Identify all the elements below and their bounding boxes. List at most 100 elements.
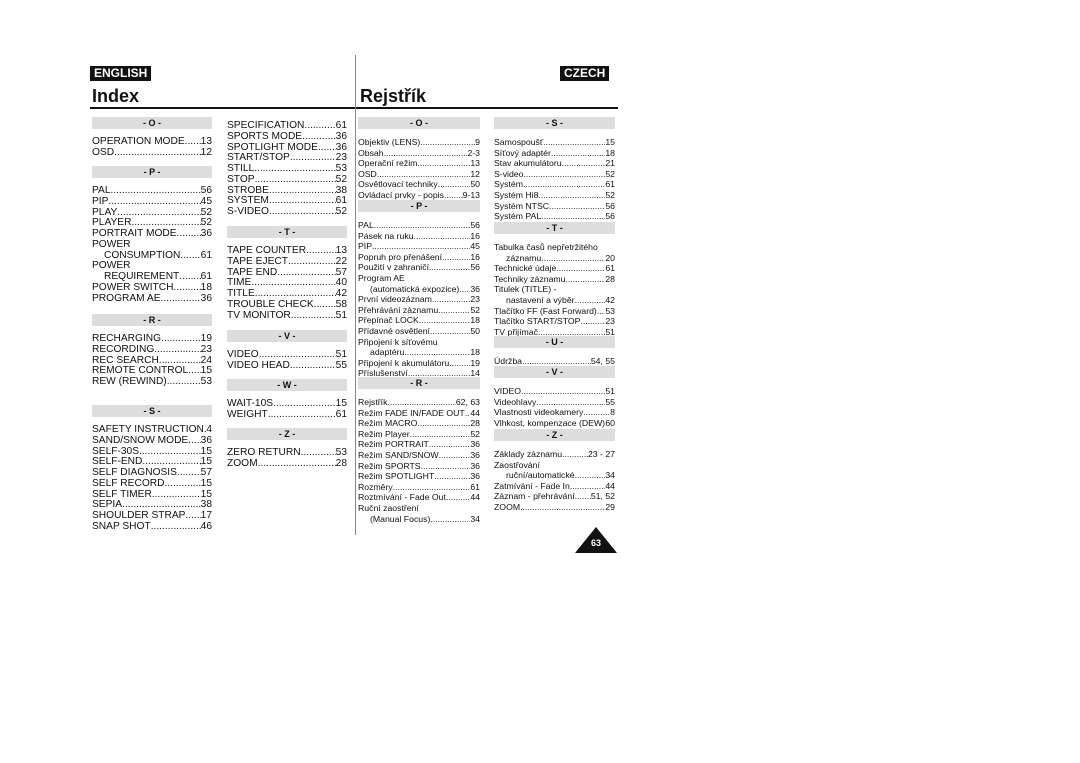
- entry-label: nastavení a výběr: [506, 294, 575, 305]
- entry-page: 16: [470, 230, 480, 241]
- dot-leader: [188, 366, 200, 377]
- dot-leader: [258, 459, 336, 470]
- index-entry: Systém NTSC 56: [494, 201, 615, 212]
- index-entry: TROUBLE CHECK 58: [227, 298, 347, 311]
- entry-label: Režim SPORTS: [358, 460, 421, 471]
- dot-leader: [273, 399, 336, 410]
- index-entry: Systém PAL 56: [494, 211, 615, 222]
- entry-page: 55: [605, 396, 615, 407]
- dot-leader: [277, 268, 335, 279]
- section-letter-header: - T -: [494, 222, 615, 234]
- entry-label: ruční/automatické: [506, 470, 575, 481]
- dot-leader: [393, 482, 471, 493]
- entry-label: Ovládací prvky - popis: [358, 189, 444, 200]
- entry-page: 28: [605, 273, 615, 284]
- entry-label: adaptéru: [370, 347, 405, 358]
- section-letter-header: - V -: [227, 330, 347, 342]
- dot-leader: [254, 164, 335, 175]
- index-entry: (Manual Focus) 34: [358, 514, 480, 525]
- index-entry: Zatmívání - Fade In 44: [494, 481, 615, 492]
- entry-page: 44: [470, 492, 480, 503]
- dot-leader: [372, 241, 470, 252]
- dot-leader: [583, 407, 610, 418]
- index-entry: Rejstřík 62, 63: [358, 397, 480, 408]
- entry-page: 62, 63: [455, 397, 480, 407]
- entry-label: TV MONITOR: [227, 309, 291, 321]
- index-entry: Stav akumulátoru 21: [494, 158, 615, 169]
- dot-leader: [536, 397, 605, 408]
- index-entry: Režim SAND/SNOW 36: [358, 450, 480, 461]
- index-entry: REW (REWIND) 53: [92, 376, 212, 388]
- section-letter-header: - V -: [494, 366, 615, 378]
- index-entry: POWER SWITCH 18: [92, 282, 212, 294]
- entry-label: Objektiv (LENS): [358, 137, 421, 147]
- dot-leader: [434, 471, 470, 482]
- dot-leader: [417, 158, 470, 169]
- dot-leader: [377, 169, 471, 180]
- index-entry: Systém 61: [494, 179, 615, 190]
- dot-leader: [384, 148, 468, 159]
- dot-leader: [302, 132, 336, 143]
- czech-section: - T - Tabulka časů nepřetržitéhozáznamu 20…: [494, 222, 615, 337]
- dot-leader: [570, 481, 606, 492]
- index-entry: Program AE: [358, 273, 480, 284]
- czech-section: - U - Údržba 54, 55: [494, 336, 615, 367]
- section-letter-header: - O -: [358, 117, 480, 129]
- entry-label: TROUBLE CHECK: [227, 298, 314, 310]
- entry-page: 51: [605, 386, 615, 396]
- entry-label: PROGRAM AE: [92, 292, 161, 304]
- dot-leader: [442, 252, 470, 263]
- entry-label: POWER: [92, 238, 131, 250]
- dot-leader: [439, 450, 471, 461]
- dot-leader: [152, 490, 201, 501]
- rejstrik-title: Rejstřík: [360, 86, 427, 106]
- dot-leader: [188, 436, 200, 447]
- dot-leader: [551, 148, 605, 159]
- entry-label: PIP: [358, 241, 373, 252]
- entry-page: 28: [470, 418, 480, 429]
- index-entry: Připojení k síťovému: [358, 337, 480, 348]
- entry-page: 56: [470, 262, 480, 273]
- entry-label: (automatická expozice): [370, 283, 460, 294]
- index-entry: VIDEO HEAD 55: [227, 360, 347, 372]
- dot-leader: [167, 377, 201, 388]
- entry-label: S-VIDEO: [227, 206, 269, 217]
- index-entry: WEIGHT 61: [227, 409, 347, 421]
- dot-leader: [177, 468, 201, 479]
- index-entry: Režim FADE IN/FADE OUT 44: [358, 408, 480, 419]
- index-entry: PAL56: [92, 185, 212, 197]
- dot-leader: [438, 179, 471, 190]
- entry-label: S-video: [494, 168, 524, 179]
- index-entry: VIDEO 51: [494, 386, 615, 397]
- entry-page: 44: [470, 407, 480, 418]
- entry-label: Údržba: [494, 356, 523, 366]
- index-entry: Tlačítko FF (Fast Forward) 53: [494, 306, 615, 317]
- entry-page: 34: [605, 470, 615, 481]
- index-entry: Vlhkost, kompenzace (DEW)60: [494, 418, 615, 429]
- dot-leader: [269, 186, 336, 197]
- entry-label: REW (REWIND): [92, 376, 167, 387]
- index-entry: Roztmívání - Fade Out 44: [358, 492, 480, 503]
- czech-section: - V -VIDEO51Videohlavy55Vlastnosti video…: [494, 366, 615, 428]
- index-entry: OSD 12: [358, 169, 480, 180]
- dot-leader: [541, 253, 605, 264]
- index-entry: Operační režim 13: [358, 158, 480, 169]
- index-entry: První videozáznam 23: [358, 294, 480, 305]
- dot-leader: [562, 449, 588, 460]
- section-letter-header: - T -: [227, 226, 347, 238]
- entry-label: Přepínač LOCK: [358, 315, 419, 326]
- entry-label: SELF RECORD: [92, 477, 165, 489]
- index-entry: Záznam - přehrávání 51, 52: [494, 491, 615, 502]
- index-entry: SAND/SNOW MODE 36: [92, 435, 212, 447]
- index-entry: OSD 12: [92, 147, 212, 159]
- entry-label: PIP: [92, 195, 109, 207]
- section-letter-header: - S -: [92, 405, 212, 417]
- dot-leader: [459, 284, 470, 295]
- dot-leader: [430, 326, 470, 337]
- dot-leader: [290, 361, 336, 372]
- dot-leader: [304, 121, 335, 132]
- entry-page: 52: [335, 173, 347, 185]
- index-entry: záznamu 20: [494, 253, 615, 264]
- section-letter-header: - U -: [494, 336, 615, 348]
- entry-label: STOP: [227, 173, 255, 185]
